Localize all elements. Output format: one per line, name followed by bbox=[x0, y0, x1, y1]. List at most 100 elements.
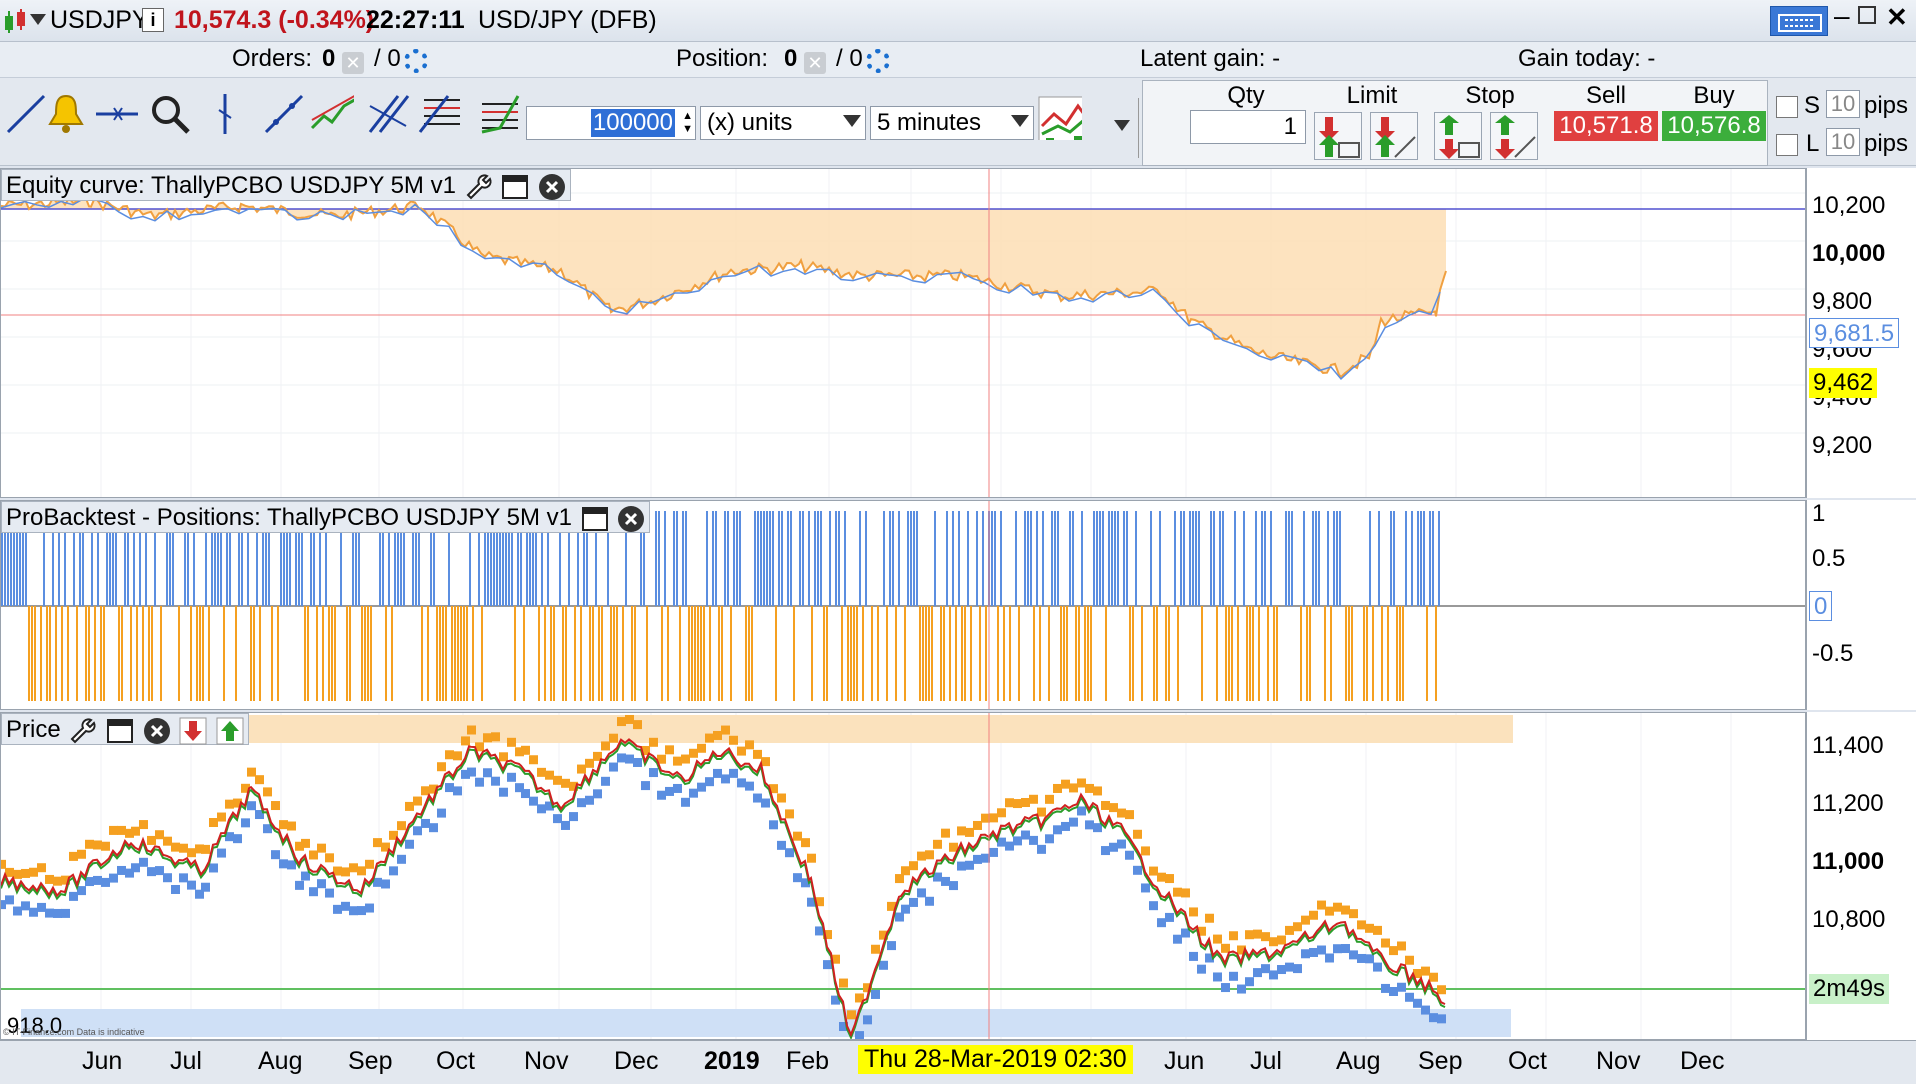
sell-button[interactable]: 10,571.8 bbox=[1554, 111, 1658, 141]
equity-close-icon[interactable] bbox=[538, 173, 566, 201]
long-position-bar bbox=[1255, 511, 1257, 606]
orders-gear-icon[interactable] bbox=[404, 46, 428, 74]
short-signal-marker bbox=[1013, 799, 1022, 809]
short-position-bar bbox=[304, 606, 306, 701]
long-position-bar bbox=[820, 511, 822, 606]
quantity-spinner-icon[interactable]: ▲ ▼ bbox=[682, 110, 693, 136]
short-position-bar bbox=[118, 606, 120, 701]
positions-close-icon[interactable] bbox=[617, 505, 645, 533]
short-position-bar bbox=[1201, 606, 1203, 701]
horizontal-line-tool-icon[interactable] bbox=[94, 92, 138, 136]
short-position-bar bbox=[307, 606, 309, 701]
short-position-bar bbox=[841, 606, 843, 701]
long-position-bar bbox=[1378, 511, 1380, 606]
price-wrench-icon[interactable] bbox=[69, 717, 97, 745]
long-signal-marker bbox=[1021, 830, 1030, 840]
long-position-bar bbox=[763, 511, 765, 606]
buy-arrow-icon[interactable] bbox=[216, 717, 244, 745]
units-value: (x) units bbox=[707, 109, 793, 136]
price-change: 10,574.3 (-0.34%) bbox=[174, 6, 375, 34]
short-position-bar bbox=[856, 606, 858, 701]
cancel-orders-icon[interactable]: ✕ bbox=[342, 48, 364, 76]
quantity-input[interactable]: 100000 ▲ ▼ bbox=[526, 106, 696, 140]
short-position-bar bbox=[436, 606, 438, 701]
l-pips-input[interactable]: 10 bbox=[1826, 128, 1860, 156]
qty-field[interactable]: 1 bbox=[1190, 110, 1306, 144]
long-position-bar bbox=[1102, 511, 1104, 606]
ray-tool-icon[interactable] bbox=[262, 92, 306, 136]
trendline-tool-icon[interactable] bbox=[4, 92, 48, 136]
equity-wrench-icon[interactable] bbox=[465, 173, 493, 201]
short-signal-marker bbox=[217, 812, 226, 822]
short-signal-marker bbox=[871, 944, 880, 954]
symbol-dropdown-icon[interactable] bbox=[30, 14, 46, 25]
long-signal-marker bbox=[287, 860, 296, 870]
short-signal-marker bbox=[917, 851, 926, 861]
s-pips-input[interactable]: 10 bbox=[1826, 90, 1860, 118]
short-position-bar bbox=[1060, 606, 1062, 701]
symbol-label[interactable]: USDJPY bbox=[50, 6, 149, 35]
vertical-line-tool-icon[interactable] bbox=[210, 92, 254, 136]
sell-arrow-icon[interactable] bbox=[179, 717, 207, 745]
alert-bell-icon[interactable] bbox=[44, 92, 88, 136]
sell-limit-button[interactable] bbox=[1370, 112, 1418, 160]
short-signal-marker bbox=[577, 764, 586, 774]
short-position-bar bbox=[748, 606, 750, 701]
long-signal-marker bbox=[957, 861, 966, 871]
fibonacci-tool-icon[interactable] bbox=[418, 92, 462, 136]
long-position-bar bbox=[712, 511, 714, 606]
parallel-lines-tool-icon[interactable] bbox=[366, 92, 410, 136]
price-close-icon[interactable] bbox=[143, 717, 171, 745]
long-signal-marker bbox=[729, 768, 738, 778]
s-checkbox[interactable] bbox=[1776, 96, 1798, 118]
price-window-icon[interactable] bbox=[106, 717, 134, 745]
sell-stop-button[interactable] bbox=[1490, 112, 1538, 160]
long-signal-marker bbox=[131, 863, 140, 873]
info-icon[interactable]: i bbox=[142, 8, 164, 32]
short-signal-marker bbox=[45, 874, 54, 884]
short-signal-marker bbox=[1021, 798, 1030, 808]
short-position-bar bbox=[457, 606, 459, 701]
short-position-bar bbox=[49, 606, 51, 701]
l-label: L bbox=[1806, 130, 1820, 157]
short-signal-marker bbox=[713, 730, 722, 740]
restore-button[interactable] bbox=[1858, 6, 1876, 24]
long-position-bar bbox=[1264, 511, 1266, 606]
indicators-icon[interactable] bbox=[1038, 96, 1082, 140]
buy-limit-button[interactable] bbox=[1314, 112, 1362, 160]
buy-stop-button[interactable] bbox=[1434, 112, 1482, 160]
channel-tool-icon[interactable] bbox=[310, 92, 354, 136]
fibonacci-extension-icon[interactable] bbox=[478, 92, 522, 136]
instrument-name: USD/JPY (DFB) bbox=[478, 6, 657, 34]
short-position-bar bbox=[1048, 606, 1050, 701]
indicators-dropdown-icon[interactable] bbox=[1114, 120, 1130, 131]
long-position-bar bbox=[916, 511, 918, 606]
keyboard-icon[interactable] bbox=[1770, 6, 1828, 36]
short-position-bar bbox=[463, 606, 465, 701]
positions-window-icon[interactable] bbox=[581, 505, 609, 533]
long-signal-marker bbox=[1253, 968, 1262, 978]
long-position-bar bbox=[1042, 511, 1044, 606]
countdown-timer-tag: 2m49s bbox=[1809, 974, 1890, 1004]
equity-panel-header: Equity curve: ThallyPCBO USDJPY 5M v1 bbox=[1, 169, 571, 201]
zoom-magnifier-icon[interactable] bbox=[148, 92, 192, 136]
timeframe-dropdown[interactable]: 5 minutes bbox=[870, 106, 1034, 140]
long-position-bar bbox=[1117, 511, 1119, 606]
short-position-bar bbox=[589, 606, 591, 701]
position-gear-icon[interactable] bbox=[866, 46, 890, 74]
close-position-icon[interactable]: ✕ bbox=[804, 48, 826, 76]
minimize-button[interactable]: – bbox=[1834, 0, 1850, 32]
long-signal-marker bbox=[1405, 992, 1414, 1002]
l-checkbox[interactable] bbox=[1776, 134, 1798, 156]
equity-window-icon[interactable] bbox=[501, 173, 529, 201]
short-position-bar bbox=[622, 606, 624, 701]
long-position-bar bbox=[802, 511, 804, 606]
buy-button[interactable]: 10,576.8 bbox=[1662, 111, 1766, 141]
close-button[interactable]: ✕ bbox=[1886, 2, 1908, 33]
long-signal-marker bbox=[1157, 918, 1166, 928]
units-dropdown[interactable]: (x) units bbox=[700, 106, 866, 140]
candlestick-icon[interactable] bbox=[2, 8, 28, 41]
long-signal-marker bbox=[217, 848, 226, 858]
short-signal-marker bbox=[745, 740, 754, 750]
short-signal-marker bbox=[1421, 966, 1430, 976]
